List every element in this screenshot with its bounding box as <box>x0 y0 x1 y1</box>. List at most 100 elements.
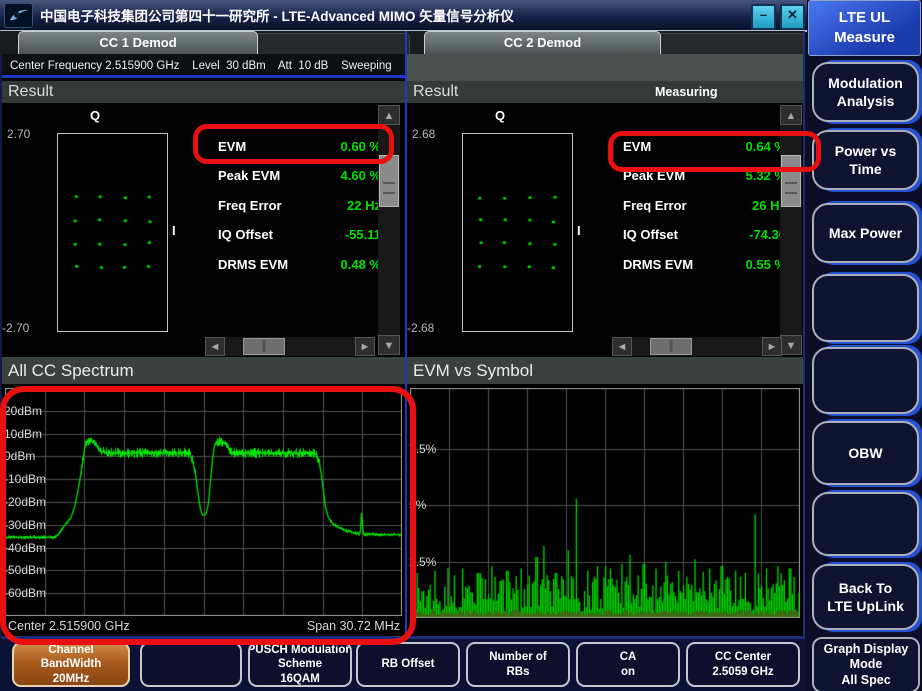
scrollbar-thumb[interactable] <box>781 155 801 207</box>
button-line: BandWidth <box>41 657 102 671</box>
cc1-i-axis-label: I <box>172 223 176 238</box>
bottom-button-empty[interactable] <box>140 642 242 687</box>
scroll-up-icon[interactable]: ▲ <box>378 105 400 125</box>
y-tick-label: -20dBm <box>4 495 46 509</box>
cc1-drms-evm-row: DRMS EVM 0.48 % <box>218 251 381 277</box>
scroll-up-icon[interactable]: ▲ <box>780 105 802 125</box>
bottom-button-ca[interactable]: CA on <box>576 642 680 687</box>
button-line: RBs <box>506 665 529 679</box>
scroll-left-icon[interactable]: ◄ <box>205 337 225 356</box>
button-line: CC Center <box>715 650 771 664</box>
y-tick-label: 10dBm <box>4 427 42 441</box>
sidebar-button-max-power[interactable]: Max Power <box>812 203 919 263</box>
bottom-button-rb-offset[interactable]: RB Offset <box>356 642 460 687</box>
button-line: Graph Display <box>824 642 909 658</box>
button-line: Back To <box>839 579 892 597</box>
close-button[interactable]: ✕ <box>780 4 805 30</box>
tab-cc2-demod[interactable]: CC 2 Demod <box>424 31 661 54</box>
cc2-freq-error-row: Freq Error 26 Hz <box>623 192 786 218</box>
scrollbar-track[interactable] <box>780 125 802 335</box>
button-line: CA <box>620 650 637 664</box>
scrollbar-track[interactable] <box>378 125 400 335</box>
button-line: Number of <box>489 650 547 664</box>
tab-strip: CC 1 Demod CC 2 Demod <box>0 31 805 54</box>
y-tick-label: -40dBm <box>4 541 46 555</box>
button-line: Modulation <box>828 74 903 92</box>
cc1-evm-row: EVM 0.60 % <box>218 133 381 159</box>
cc2-vertical-scrollbar[interactable]: ▲ ▼ <box>780 105 802 355</box>
cc1-vertical-scrollbar[interactable]: ▲ ▼ <box>378 105 400 355</box>
window-title: 中国电子科技集团公司第四十一研究所 - LTE-Advanced MIMO 矢量… <box>40 5 514 25</box>
y-tick-label: 2.5% <box>409 555 436 569</box>
softkey-sidebar: LTE UL Measure Modulation Analysis Power… <box>807 0 922 691</box>
cc1-constellation-plot <box>57 133 168 332</box>
scrollbar-thumb[interactable] <box>379 155 399 207</box>
scrollbar-thumb[interactable]: ║ <box>243 338 285 355</box>
cc2-i-axis-label: I <box>577 223 581 238</box>
bottom-button-pusch-modulation-scheme[interactable]: PUSCH Modulation Scheme 16QAM <box>248 642 352 687</box>
scrollbar-track[interactable]: ║ <box>632 337 762 356</box>
spectrum-center-label: Center 2.515900 GHz <box>8 619 130 633</box>
cc2-drms-evm-row: DRMS EVM 0.55 % <box>623 251 786 277</box>
bottom-button-cc-center[interactable]: CC Center 2.5059 GHz <box>686 642 800 687</box>
measurement-label: Peak EVM <box>623 168 685 183</box>
y-tick-label: -50dBm <box>4 563 46 577</box>
cc2-info-band <box>407 54 803 81</box>
button-line: on <box>621 665 635 679</box>
scroll-down-icon[interactable]: ▼ <box>780 335 802 355</box>
app-logo-icon <box>4 3 33 28</box>
sidebar-button-empty-1[interactable] <box>812 274 919 342</box>
pane-separator <box>405 31 407 639</box>
scroll-down-icon[interactable]: ▼ <box>378 335 400 355</box>
cc1-horizontal-scrollbar[interactable]: ◄ ║ ► <box>205 337 375 356</box>
sidebar-button-empty-2[interactable] <box>812 347 919 414</box>
scrollbar-track[interactable]: ║ <box>225 337 355 356</box>
y-tick-label: 5% <box>409 498 426 512</box>
minimize-button[interactable]: – <box>751 4 776 30</box>
button-line: Mode <box>850 657 883 673</box>
button-line: Power vs <box>835 142 896 160</box>
button-line: 16QAM <box>280 672 320 686</box>
sidebar-button-obw[interactable]: OBW <box>812 421 919 485</box>
bottom-softkey-bar: Channel BandWidth 20MHz PUSCH Modulation… <box>0 639 805 691</box>
measurement-label: IQ Offset <box>218 227 273 242</box>
measurement-label: Freq Error <box>218 198 282 213</box>
measurement-label: Freq Error <box>623 198 687 213</box>
bottom-button-channel-bandwidth[interactable]: Channel BandWidth 20MHz <box>12 642 130 687</box>
cc2-constellation-plot <box>462 133 573 332</box>
cc1-q-axis-label: Q <box>90 108 100 123</box>
measurement-value: 22 Hz <box>347 198 381 213</box>
graph-display-mode-button[interactable]: Graph Display Mode All Spec <box>812 637 920 691</box>
y-tick-label: 7.5% <box>409 442 436 456</box>
button-line: OBW <box>848 444 882 462</box>
scroll-left-icon[interactable]: ◄ <box>612 337 632 356</box>
button-line: Channel <box>48 643 93 657</box>
all-cc-spectrum-plot: Center 2.515900 GHz Span 30.72 MHz 20dBm… <box>2 384 405 636</box>
measurement-value: -55.11 <box>345 227 381 242</box>
cc1-peak-evm-row: Peak EVM 4.60 % <box>218 162 381 188</box>
scroll-right-icon[interactable]: ► <box>762 337 782 356</box>
button-line: All Spec <box>841 673 890 689</box>
scrollbar-thumb[interactable]: ║ <box>650 338 692 355</box>
sidebar-button-power-vs-time[interactable]: Power vs Time <box>812 130 919 190</box>
sidebar-button-empty-3[interactable] <box>812 492 919 556</box>
measurement-label: EVM <box>623 139 651 154</box>
cc2-q-axis-label: Q <box>495 108 505 123</box>
button-line: Analysis <box>837 92 895 110</box>
cc1-iq-offset-row: IQ Offset -55.11 <box>218 221 381 247</box>
sidebar-button-modulation-analysis[interactable]: Modulation Analysis <box>812 62 919 122</box>
sidebar-button-back-to-lte-uplink[interactable]: Back To LTE UpLink <box>812 564 919 630</box>
tab-cc1-demod[interactable]: CC 1 Demod <box>18 31 258 54</box>
cc1-freq-error-row: Freq Error 22 Hz <box>218 192 381 218</box>
spectrum-panel-title: All CC Spectrum <box>2 357 405 384</box>
window-edge-right <box>803 31 805 639</box>
scroll-right-icon[interactable]: ► <box>355 337 375 356</box>
cc2-horizontal-scrollbar[interactable]: ◄ ║ ► <box>612 337 782 356</box>
cc2-axis-min: -2.68 <box>407 321 434 335</box>
button-line: Max Power <box>829 224 902 242</box>
bottom-button-number-of-rbs[interactable]: Number of RBs <box>466 642 570 687</box>
cc2-result-header: Result Measuring <box>407 81 803 103</box>
y-tick-label: -30dBm <box>4 518 46 532</box>
spectrum-span-label: Span 30.72 MHz <box>307 619 400 633</box>
cc1-result-panel: Q 2.70 -2.70 I EVM 0.60 % Peak EVM 4.60 … <box>2 103 405 357</box>
